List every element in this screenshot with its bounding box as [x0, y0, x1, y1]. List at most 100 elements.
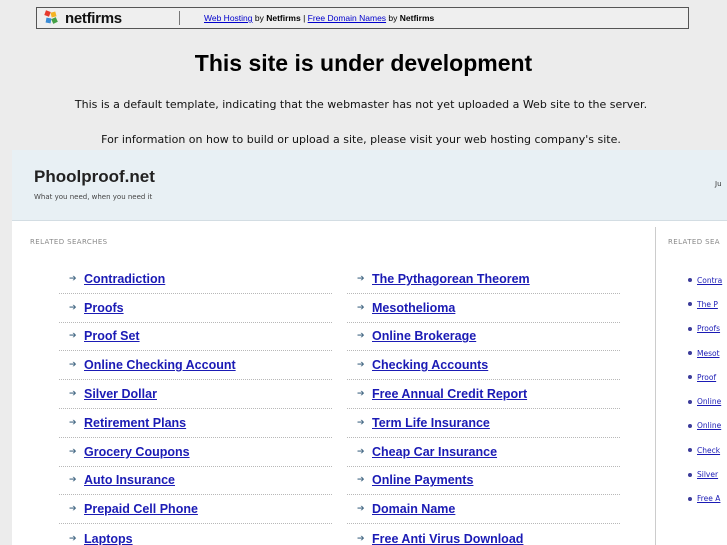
related-search-link[interactable]: Cheap Car Insurance — [372, 445, 497, 459]
side-search-link[interactable]: Mesot — [697, 349, 720, 358]
arrow-right-icon: ➔ — [69, 446, 77, 457]
related-search-link[interactable]: Free Annual Credit Report — [372, 387, 527, 401]
related-search-link[interactable]: Mesothelioma — [372, 301, 455, 315]
arrow-right-icon: ➔ — [69, 504, 77, 515]
divider — [179, 11, 180, 25]
related-search-link[interactable]: Grocery Coupons — [84, 445, 190, 459]
arrow-right-icon: ➔ — [69, 302, 77, 313]
bullet-icon — [688, 351, 692, 356]
arrow-right-icon: ➔ — [357, 331, 365, 342]
side-search-link[interactable]: Silver — [697, 470, 718, 479]
list-item: ➔ Proof Set — [59, 323, 332, 352]
related-search-link[interactable]: Online Checking Account — [84, 358, 236, 372]
free-domain-names-link[interactable]: Free Domain Names — [308, 13, 386, 23]
list-item: Free A — [688, 487, 727, 511]
related-search-link[interactable]: Retirement Plans — [84, 416, 186, 430]
side-search-link[interactable]: Check — [697, 446, 720, 455]
bullet-icon — [688, 448, 692, 453]
brand-text: Netfirms — [399, 13, 435, 23]
related-search-link[interactable]: Auto Insurance — [84, 473, 175, 487]
list-item: ➔ Checking Accounts — [347, 351, 620, 381]
related-search-link[interactable]: Proof Set — [84, 329, 140, 343]
parked-page-frame: Phoolproof.net What you need, when you n… — [12, 150, 727, 545]
list-item: ➔ The Pythagorean Theorem — [347, 265, 620, 294]
link-separator: | — [300, 13, 308, 23]
bullet-icon — [688, 326, 692, 331]
netfirms-bar: netfirms Web Hosting by Netfirms | Free … — [36, 7, 689, 29]
arrow-right-icon: ➔ — [357, 389, 365, 400]
bullet-icon — [688, 278, 692, 283]
list-item: ➔ Auto Insurance — [59, 467, 332, 496]
page-title: This site is under development — [194, 50, 533, 76]
site-tagline: What you need, when you need it — [34, 193, 153, 201]
arrow-right-icon: ➔ — [69, 389, 77, 400]
list-item: ➔ Laptops — [59, 524, 332, 545]
site-name[interactable]: Phoolproof.net — [34, 167, 155, 187]
web-hosting-link[interactable]: Web Hosting — [204, 13, 253, 23]
side-related-list: Contra The P Proofs Mesot Proof Online Online C… — [688, 268, 727, 511]
by-text: by — [252, 13, 267, 23]
header-right-text: Ju — [715, 180, 722, 188]
side-search-link[interactable]: Contra — [697, 276, 722, 285]
parked-header: Phoolproof.net What you need, when you n… — [12, 150, 727, 221]
bullet-icon — [688, 496, 692, 501]
arrow-right-icon: ➔ — [357, 475, 365, 486]
divider — [655, 227, 656, 545]
list-item: ➔ Proofs — [59, 294, 332, 323]
list-item: ➔ Cheap Car Insurance — [347, 438, 620, 467]
related-search-link[interactable]: Contradiction — [84, 272, 165, 286]
list-item: Check — [688, 438, 727, 462]
list-item: ➔ Free Annual Credit Report — [347, 380, 620, 409]
arrow-right-icon: ➔ — [357, 417, 365, 428]
bullet-icon — [688, 423, 692, 428]
side-search-link[interactable]: Free A — [697, 494, 720, 503]
netfirms-logo[interactable]: netfirms — [37, 10, 173, 26]
list-item: Proofs — [688, 317, 727, 341]
related-search-link[interactable]: Laptops — [84, 532, 133, 545]
arrow-right-icon: ➔ — [69, 331, 77, 342]
related-search-link[interactable]: The Pythagorean Theorem — [372, 272, 530, 286]
side-search-link[interactable]: The P — [697, 300, 718, 309]
related-search-link[interactable]: Online Brokerage — [372, 329, 476, 343]
brand-text: Netfirms — [266, 13, 301, 23]
related-search-link[interactable]: Term Life Insurance — [372, 416, 490, 430]
list-item: ➔ Online Checking Account — [59, 351, 332, 381]
related-search-link[interactable]: Online Payments — [372, 473, 473, 487]
list-item: Silver — [688, 462, 727, 486]
side-search-link[interactable]: Proofs — [697, 324, 720, 333]
by-text: by — [386, 13, 400, 23]
list-item: The P — [688, 292, 727, 316]
side-search-link[interactable]: Online — [697, 421, 721, 430]
related-search-link[interactable]: Free Anti Virus Download — [372, 532, 523, 545]
list-item: Contra — [688, 268, 727, 292]
list-item: Online — [688, 414, 727, 438]
arrow-right-icon: ➔ — [69, 417, 77, 428]
side-search-link[interactable]: Online — [697, 397, 721, 406]
related-search-link[interactable]: Silver Dollar — [84, 387, 157, 401]
related-search-link[interactable]: Prepaid Cell Phone — [84, 502, 198, 516]
list-item: ➔ Online Brokerage — [347, 323, 620, 352]
list-item: ➔ Prepaid Cell Phone — [59, 495, 332, 525]
list-item: ➔ Retirement Plans — [59, 409, 332, 438]
list-item: ➔ Free Anti Virus Download — [347, 524, 620, 545]
related-search-link[interactable]: Proofs — [84, 301, 124, 315]
list-item: ➔ Grocery Coupons — [59, 438, 332, 467]
list-item: ➔ Online Payments — [347, 467, 620, 496]
list-item: ➔ Term Life Insurance — [347, 409, 620, 438]
arrow-right-icon: ➔ — [357, 504, 365, 515]
related-search-link[interactable]: Domain Name — [372, 502, 455, 516]
netfirms-logo-icon — [44, 10, 63, 25]
list-item: Online — [688, 389, 727, 413]
side-search-link[interactable]: Proof — [697, 373, 716, 382]
list-item: ➔ Domain Name — [347, 495, 620, 525]
arrow-right-icon: ➔ — [69, 533, 77, 544]
bullet-icon — [688, 302, 692, 307]
list-item: ➔ Silver Dollar — [59, 380, 332, 409]
arrow-right-icon: ➔ — [69, 475, 77, 486]
list-item: ➔ Contradiction — [59, 265, 332, 294]
arrow-right-icon: ➔ — [357, 273, 365, 284]
related-search-link[interactable]: Checking Accounts — [372, 358, 488, 372]
arrow-right-icon: ➔ — [357, 446, 365, 457]
arrow-right-icon: ➔ — [357, 360, 365, 371]
list-item: Mesot — [688, 341, 727, 365]
